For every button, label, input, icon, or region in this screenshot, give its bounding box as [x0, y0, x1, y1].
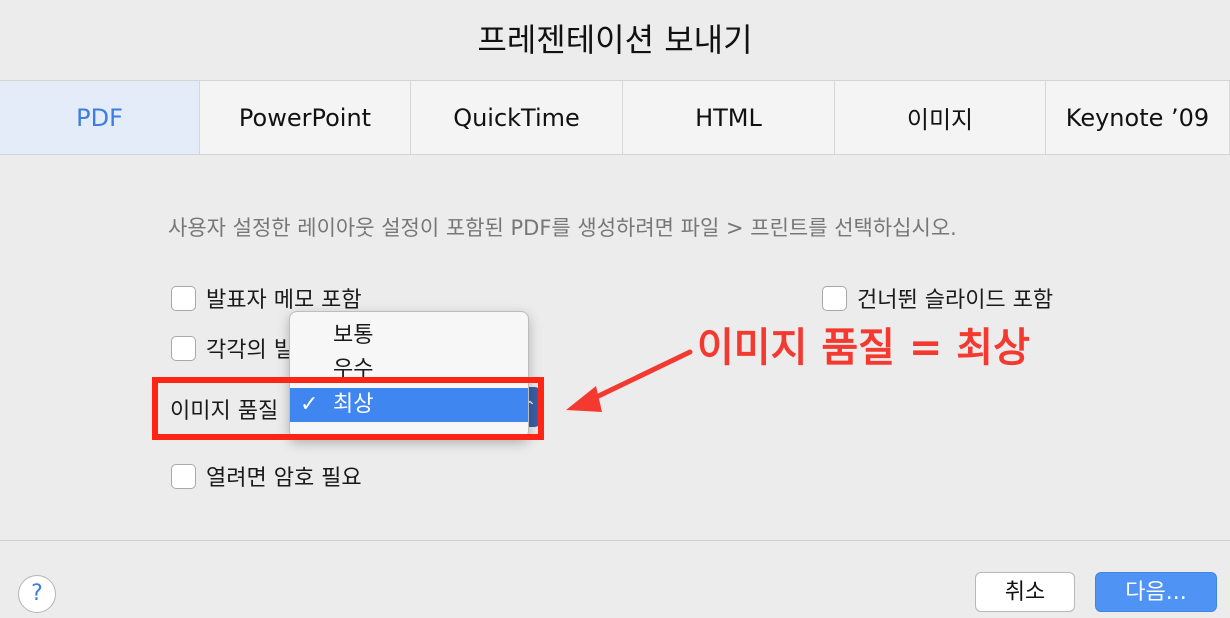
tab-image[interactable]: 이미지	[835, 81, 1046, 154]
tab-pdf[interactable]: PDF	[0, 81, 200, 154]
require-password-checkbox[interactable]	[171, 463, 196, 489]
export-format-tabs: PDF PowerPoint QuickTime HTML 이미지 Keynot…	[0, 80, 1230, 155]
next-button[interactable]: 다음...	[1095, 572, 1217, 612]
skipped-slides-option[interactable]: 건너뛴 슬라이드 포함	[822, 282, 1053, 314]
tab-powerpoint[interactable]: PowerPoint	[200, 81, 411, 154]
each-build-label: 각각의 빌	[206, 338, 294, 363]
skipped-slides-label: 건너뛴 슬라이드 포함	[857, 288, 1054, 313]
require-password-option[interactable]: 열려면 암호 필요	[171, 460, 362, 492]
quality-item-normal[interactable]: 보통	[290, 319, 528, 353]
presenter-notes-option[interactable]: 발표자 메모 포함	[171, 282, 362, 314]
cancel-button[interactable]: 취소	[975, 572, 1075, 612]
require-password-label: 열려면 암호 필요	[206, 466, 362, 491]
presenter-notes-label: 발표자 메모 포함	[206, 288, 362, 313]
quality-item-label: 보통	[333, 323, 374, 348]
annotation-arrow-icon	[566, 349, 693, 412]
footer-divider	[0, 540, 1230, 541]
tab-quicktime[interactable]: QuickTime	[411, 81, 623, 154]
help-button[interactable]: ?	[18, 575, 56, 613]
tab-html[interactable]: HTML	[623, 81, 835, 154]
presenter-notes-checkbox[interactable]	[171, 285, 196, 311]
highlight-box	[152, 377, 544, 440]
tab-keynote09[interactable]: Keynote ’09	[1046, 81, 1230, 154]
dialog-title: 프레젠테이션 보내기	[477, 21, 753, 59]
skipped-slides-checkbox[interactable]	[822, 285, 847, 311]
each-build-checkbox[interactable]	[171, 335, 196, 361]
each-build-option[interactable]: 각각의 빌	[171, 332, 294, 364]
pdf-description: 사용자 설정한 레이아웃 설정이 포함된 PDF를 생성하려면 파일 > 프린트…	[168, 216, 957, 240]
annotation-label: 이미지 품질 = 최상	[697, 325, 1030, 371]
